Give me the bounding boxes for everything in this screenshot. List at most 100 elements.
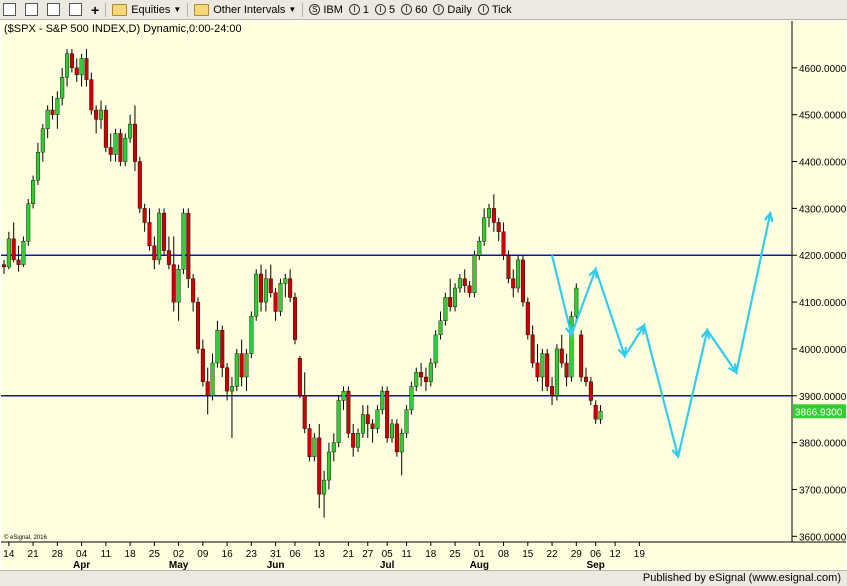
candle-body <box>108 147 113 155</box>
y-tick-label: 4200.0000 <box>799 251 847 262</box>
candle-body <box>579 334 584 378</box>
candle-body <box>195 301 200 350</box>
candle-body <box>419 372 424 378</box>
candle-body <box>65 53 70 78</box>
daily-label: Daily <box>447 3 472 16</box>
x-tick-label: 15 <box>522 549 534 560</box>
last-price-label: 3866.9300 <box>795 407 843 418</box>
interval-60-label: 60 <box>415 3 428 16</box>
candle-body <box>477 240 482 256</box>
x-tick-label: 29 <box>571 549 583 560</box>
candle-body <box>132 123 137 162</box>
symbol-ibm-button[interactable]: S IBM <box>306 1 346 19</box>
interval-5-button[interactable]: I5 <box>372 1 398 19</box>
candle-body <box>98 109 103 120</box>
candle-body <box>448 297 453 307</box>
watermark: © eSignal, 2016 <box>4 534 47 541</box>
candle-body <box>525 301 530 336</box>
interval-1-button[interactable]: I1 <box>346 1 372 19</box>
candle-body <box>312 437 317 457</box>
candle-body <box>220 329 225 368</box>
candle-body <box>293 297 298 340</box>
candle-body <box>385 390 390 439</box>
candle-body <box>137 161 142 209</box>
candle-body <box>331 442 336 453</box>
y-tick-label: 4500.0000 <box>799 111 847 122</box>
interval-tick-button[interactable]: I Tick <box>475 1 515 19</box>
candle-body <box>326 451 331 481</box>
x-tick-label: 21 <box>343 549 355 560</box>
candle-body <box>263 278 268 303</box>
candle-body <box>283 278 288 284</box>
x-tick-label: 02 <box>173 549 185 560</box>
other-intervals-dropdown[interactable]: Other Intervals ▼ <box>191 1 299 19</box>
y-tick-label: 3900.0000 <box>799 392 847 403</box>
candle-body <box>74 67 79 76</box>
candle-body <box>501 231 506 256</box>
toolbar-separator <box>302 2 304 17</box>
chart-area[interactable]: ($SPX - S&P 500 INDEX,D) Dynamic,0:00-24… <box>0 20 847 571</box>
month-label: May <box>169 560 189 570</box>
x-tick-label: 11 <box>401 549 412 560</box>
candle-body <box>84 58 89 80</box>
candle-body <box>414 372 419 387</box>
candle-body <box>278 283 283 312</box>
candle-body <box>584 376 589 382</box>
candle-body <box>60 77 65 99</box>
candle-body <box>123 137 128 162</box>
equities-dropdown[interactable]: Equities ▼ <box>109 1 184 19</box>
candle-body <box>225 367 230 392</box>
candle-body <box>45 109 50 129</box>
candle-body <box>496 222 501 233</box>
x-tick-label: 01 <box>474 549 486 560</box>
x-tick-label: 28 <box>52 549 64 560</box>
layout-button[interactable] <box>66 1 88 19</box>
candle-body <box>186 212 191 279</box>
folder-icon <box>112 3 128 16</box>
candle-body <box>491 208 496 223</box>
candle-body <box>370 423 375 429</box>
candle-body <box>31 180 36 204</box>
toolbar: + Equities ▼ Other Intervals ▼ S IBM I1 I… <box>0 0 847 20</box>
toolbar-separator <box>187 2 189 17</box>
candle-body <box>511 278 516 289</box>
chart-button[interactable] <box>22 1 44 19</box>
x-tick-label: 22 <box>546 549 558 560</box>
crosshair-button[interactable]: + <box>88 1 102 19</box>
symbol-link-icon <box>3 3 16 16</box>
candle-body <box>79 58 84 76</box>
candle-body <box>487 208 492 218</box>
candle-body <box>259 273 264 303</box>
candle-body <box>288 278 293 298</box>
chart-title: ($SPX - S&P 500 INDEX,D) Dynamic,0:00-24… <box>4 23 242 35</box>
candle-body <box>409 386 414 411</box>
candle-body <box>336 400 341 443</box>
candle-body <box>550 386 555 396</box>
candle-body <box>482 217 487 242</box>
interval-60-button[interactable]: I 60 <box>398 1 430 19</box>
candle-body <box>244 353 249 378</box>
symbol-link-button[interactable] <box>0 1 22 19</box>
window-button[interactable] <box>44 1 66 19</box>
equities-label: Equities <box>131 3 171 16</box>
y-tick-label: 4100.0000 <box>799 298 847 309</box>
folder-icon <box>194 3 210 16</box>
x-tick-label: 11 <box>101 549 112 560</box>
candle-body <box>564 362 569 378</box>
chart-icon <box>25 3 38 16</box>
x-tick-label: 13 <box>314 549 326 560</box>
candle-body <box>380 390 385 411</box>
candle-body <box>118 133 123 162</box>
price-chart[interactable]: ($SPX - S&P 500 INDEX,D) Dynamic,0:00-24… <box>0 20 847 571</box>
candle-body <box>113 133 118 155</box>
y-tick-label: 3600.0000 <box>799 532 847 543</box>
x-tick-label: 18 <box>425 549 437 560</box>
candle-body <box>234 353 239 387</box>
candle-body <box>229 386 234 392</box>
candle-body <box>404 409 409 434</box>
candle-body <box>574 287 579 317</box>
candle-body <box>103 109 108 148</box>
interval-daily-button[interactable]: I Daily <box>430 1 474 19</box>
candle-body <box>215 329 220 364</box>
candle-body <box>11 238 16 261</box>
